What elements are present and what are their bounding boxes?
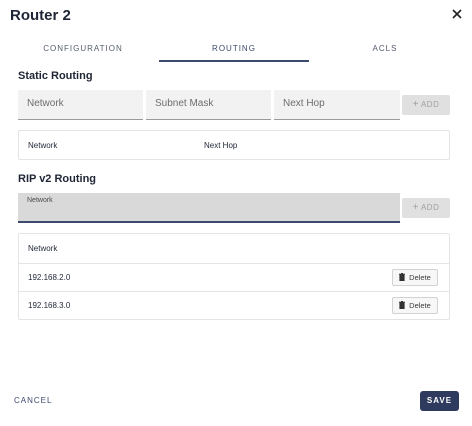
router-dialog: Router 2 CONFIGURATION ROUTING ACLS Stat… <box>0 0 472 426</box>
rip-network-cell: 192.168.2.0 <box>28 273 71 282</box>
tab-acls[interactable]: ACLS <box>310 40 460 62</box>
table-row: 192.168.2.0 Delete <box>19 263 449 291</box>
rip-col-network: Network <box>28 244 58 253</box>
tab-bar: CONFIGURATION ROUTING ACLS <box>8 40 464 62</box>
delete-label: Delete <box>409 301 431 310</box>
rip-network-cell: 192.168.3.0 <box>28 301 71 310</box>
rip-network-label: Network <box>27 197 53 204</box>
save-button[interactable]: SAVE <box>420 391 459 411</box>
rip-add-button[interactable]: + ADD <box>402 198 450 218</box>
tab-configuration-label: CONFIGURATION <box>43 44 123 53</box>
rip-add-label: ADD <box>420 203 440 212</box>
static-add-button[interactable]: + ADD <box>402 95 450 115</box>
table-row: 192.168.3.0 Delete <box>19 291 449 319</box>
trash-icon <box>399 273 406 281</box>
tab-acls-label: ACLS <box>372 44 398 53</box>
delete-label: Delete <box>409 273 431 282</box>
static-routing-title: Static Routing <box>18 70 93 82</box>
static-col-next-hop: Next Hop <box>204 141 238 150</box>
cancel-button[interactable]: CANCEL <box>14 396 52 405</box>
static-network-input[interactable]: Network <box>18 90 143 120</box>
rip-network-input[interactable]: Network <box>18 193 400 223</box>
rip-routing-title: RIP v2 Routing <box>18 173 97 185</box>
dialog-title: Router 2 <box>10 7 71 24</box>
static-add-label: ADD <box>420 100 440 109</box>
close-icon[interactable] <box>449 6 465 22</box>
plus-icon: + <box>412 202 419 213</box>
active-tab-indicator <box>159 60 309 62</box>
tab-routing[interactable]: ROUTING <box>159 40 309 62</box>
static-routes-table: Network Next Hop <box>18 130 450 160</box>
static-subnet-mask-input[interactable]: Subnet Mask <box>146 90 271 120</box>
tab-routing-label: ROUTING <box>212 44 256 53</box>
tab-configuration[interactable]: CONFIGURATION <box>8 40 158 62</box>
delete-button[interactable]: Delete <box>392 269 438 286</box>
delete-button[interactable]: Delete <box>392 297 438 314</box>
static-next-hop-input[interactable]: Next Hop <box>274 90 400 120</box>
plus-icon: + <box>412 99 419 110</box>
trash-icon <box>399 301 406 309</box>
rip-networks-table: Network 192.168.2.0 Delete 192.168.3.0 D… <box>18 233 450 320</box>
static-col-network: Network <box>28 141 58 150</box>
